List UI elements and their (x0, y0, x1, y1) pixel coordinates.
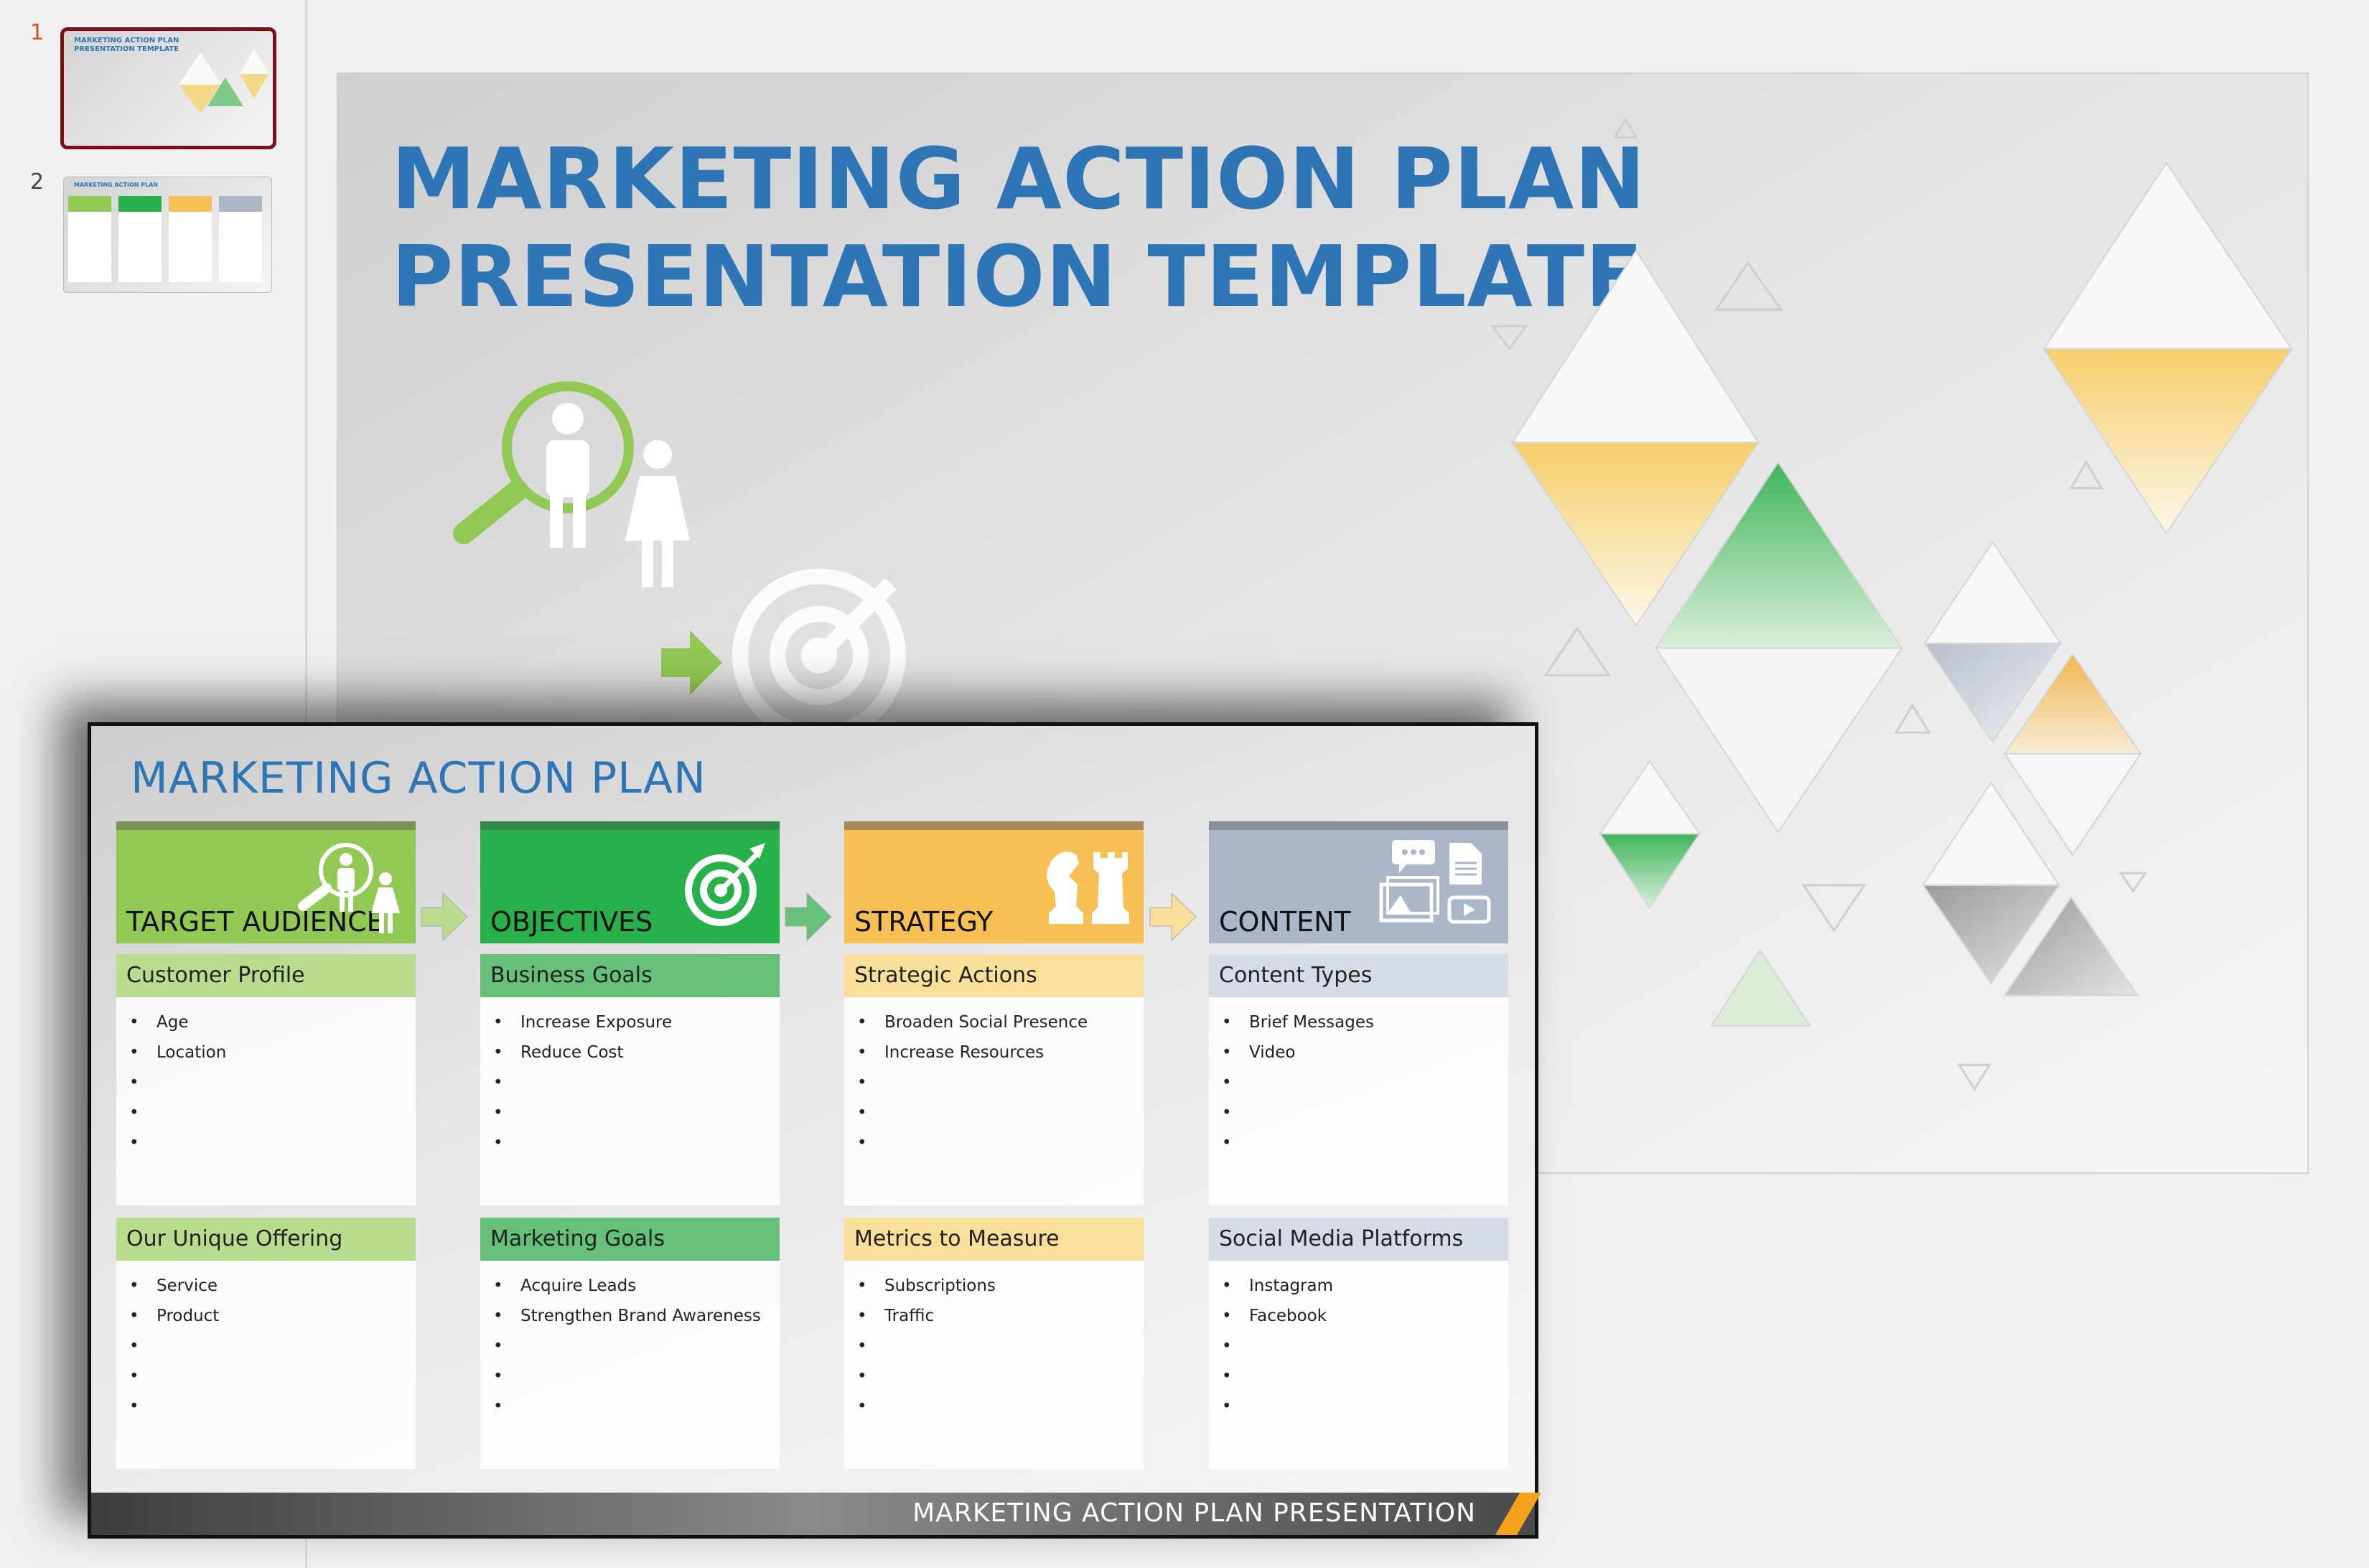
list-item (1219, 1391, 1508, 1422)
list-item (126, 1331, 416, 1361)
section-header: Metrics to Measure (844, 1218, 1144, 1261)
chess-icon (1047, 851, 1129, 924)
slide-title: MARKETING ACTION PLAN (131, 753, 706, 803)
list-item (126, 1361, 416, 1391)
list-item: Traffic (854, 1301, 1144, 1331)
list-item (854, 1391, 1144, 1422)
list-item: Brief Messages (1219, 1007, 1508, 1037)
slide-footer: MARKETING ACTION PLAN PRESENTATION (91, 1493, 1542, 1535)
list-item (854, 1068, 1144, 1098)
arrow-right-icon (421, 892, 468, 942)
column-header: TARGET AUDIENCE (116, 821, 416, 943)
column-label: OBJECTIVES (490, 906, 653, 938)
thumb-title: PRESENTATION TEMPLATE (74, 45, 179, 53)
section-header: Business Goals (480, 954, 780, 997)
list-item (126, 1098, 416, 1128)
list-item (490, 1128, 780, 1158)
bullet-list[interactable]: ServiceProduct (116, 1261, 416, 1469)
section-header: Content Types (1209, 954, 1508, 997)
triangles-decoration (179, 49, 268, 113)
list-item: Service (126, 1271, 416, 1301)
list-item (854, 1331, 1144, 1361)
media-content-icon (1379, 840, 1491, 924)
list-item: Instagram (1219, 1271, 1508, 1301)
arrow-right-icon (1149, 892, 1197, 942)
bullet-list[interactable]: Brief MessagesVideo (1209, 997, 1508, 1205)
column-objectives: OBJECTIVES Business Goals Increase Expos… (480, 821, 780, 1469)
list-item: Increase Exposure (490, 1007, 780, 1037)
list-item: Age (126, 1007, 416, 1037)
section-header: Strategic Actions (844, 954, 1144, 997)
list-item (126, 1128, 416, 1158)
column-header: OBJECTIVES (480, 821, 780, 943)
column-label: STRATEGY (854, 906, 994, 938)
list-item (490, 1361, 780, 1391)
column-content: CONTENT Content Types Brief MessagesVide… (1209, 821, 1508, 1469)
section-header: Social Media Platforms (1209, 1218, 1508, 1261)
footer-accent (1495, 1493, 1542, 1535)
list-item: Strengthen Brand Awareness (490, 1301, 780, 1331)
list-item (126, 1391, 416, 1422)
list-item (1219, 1098, 1508, 1128)
slide-thumbnail-1[interactable]: MARKETING ACTION PLAN PRESENTATION TEMPL… (60, 27, 276, 149)
list-item: Video (1219, 1037, 1508, 1068)
list-item: Facebook (1219, 1301, 1508, 1331)
list-item (490, 1391, 780, 1422)
list-item (490, 1331, 780, 1361)
column-header: CONTENT (1209, 821, 1508, 943)
section-header: Our Unique Offering (116, 1218, 416, 1261)
list-item: Broaden Social Presence (854, 1007, 1144, 1037)
bullet-list[interactable]: InstagramFacebook (1209, 1261, 1508, 1469)
bullet-list[interactable]: Increase ExposureReduce Cost (480, 997, 780, 1205)
slide-thumbnail-2[interactable]: MARKETING ACTION PLAN (63, 177, 272, 293)
list-item: Product (126, 1301, 416, 1331)
footer-text: MARKETING ACTION PLAN PRESENTATION (912, 1498, 1476, 1528)
list-item (1219, 1068, 1508, 1098)
list-item: Subscriptions (854, 1271, 1144, 1301)
bullet-list[interactable]: Broaden Social PresenceIncrease Resource… (844, 997, 1144, 1205)
list-item (854, 1128, 1144, 1158)
list-item (1219, 1361, 1508, 1391)
list-item (854, 1361, 1144, 1391)
audience-search-icon (298, 843, 400, 933)
list-item (854, 1098, 1144, 1128)
section-header: Customer Profile (116, 954, 416, 997)
thumb-title: MARKETING ACTION PLAN (74, 37, 179, 45)
list-item (126, 1068, 416, 1098)
list-item: Reduce Cost (490, 1037, 780, 1068)
bullet-list[interactable]: AgeLocation (116, 997, 416, 1205)
list-item (1219, 1128, 1508, 1158)
thumb-title: MARKETING ACTION PLAN (74, 182, 159, 188)
bullet-list[interactable]: Acquire LeadsStrengthen Brand Awareness (480, 1261, 780, 1469)
column-label: CONTENT (1219, 906, 1351, 938)
column-target-audience: TARGET AUDIENCE Customer Profile AgeLoca… (116, 821, 416, 1469)
slide-2-overlay[interactable]: MARKETING ACTION PLAN TARGET AUDIENCE Cu… (88, 722, 1542, 1539)
column-strategy: STRATEGY Strategic Actions Broaden Socia… (844, 821, 1144, 1469)
list-item (490, 1068, 780, 1098)
section-header: Marketing Goals (480, 1218, 780, 1261)
column-header: STRATEGY (844, 821, 1144, 943)
list-item (490, 1098, 780, 1128)
slide-number: 1 (30, 20, 45, 45)
target-icon (685, 843, 765, 926)
list-item: Increase Resources (854, 1037, 1144, 1068)
bullet-list[interactable]: SubscriptionsTraffic (844, 1261, 1144, 1469)
list-item (1219, 1331, 1508, 1361)
arrow-right-icon (785, 892, 832, 942)
list-item: Acquire Leads (490, 1271, 780, 1301)
slide-number: 2 (30, 169, 45, 195)
list-item: Location (126, 1037, 416, 1068)
